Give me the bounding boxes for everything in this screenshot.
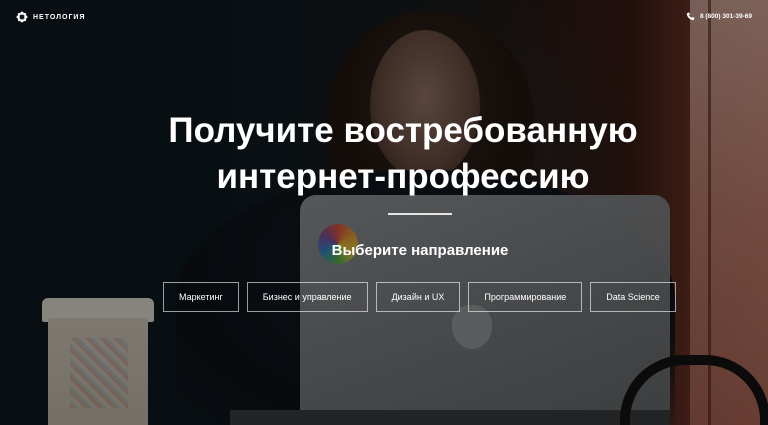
netology-flower-icon bbox=[16, 11, 28, 23]
direction-button-business[interactable]: Бизнес и управление bbox=[246, 282, 368, 312]
direction-heading: Выберите направление bbox=[331, 242, 509, 259]
hero-background-photo bbox=[0, 0, 768, 425]
phone-number: 8 (800) 301-39-69 bbox=[699, 13, 752, 20]
direction-button-programming[interactable]: Программирование bbox=[468, 282, 583, 312]
direction-buttons: Маркетинг Бизнес и управление Дизайн и U… bbox=[163, 282, 676, 312]
page-title-line-1: Получите востребованную bbox=[168, 111, 638, 150]
direction-button-marketing[interactable]: Маркетинг bbox=[163, 282, 239, 312]
logo-text: НЕТОЛОГИЯ bbox=[33, 13, 86, 21]
page-title-line-2: интернет-профессию bbox=[216, 157, 590, 196]
site-logo[interactable]: НЕТОЛОГИЯ bbox=[16, 11, 85, 23]
direction-button-data-science[interactable]: Data Science bbox=[590, 282, 676, 312]
page-title: Получите востребованную интернет-професс… bbox=[0, 108, 768, 200]
phone-link[interactable]: 8 (800) 301-39-69 bbox=[686, 12, 752, 21]
direction-button-design[interactable]: Дизайн и UX bbox=[375, 282, 461, 312]
title-divider bbox=[388, 213, 452, 215]
phone-icon bbox=[686, 12, 695, 21]
dark-overlay bbox=[0, 0, 768, 425]
